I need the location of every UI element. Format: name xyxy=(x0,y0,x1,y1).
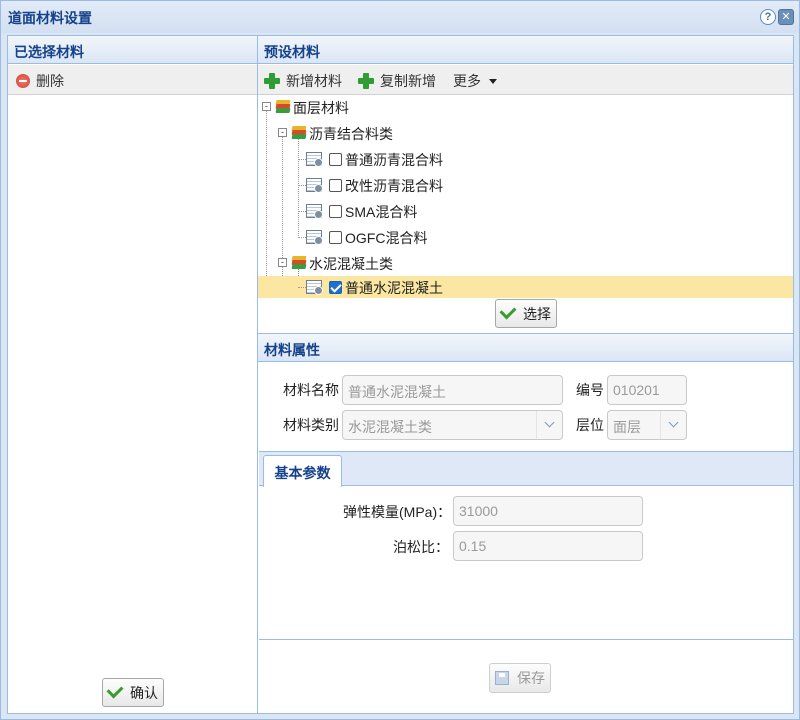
collapse-icon[interactable]: - xyxy=(262,102,271,111)
poisson-field[interactable]: 0.15 xyxy=(453,531,643,561)
material-checkbox[interactable] xyxy=(329,153,342,166)
params-tabstrip: 基本参数 xyxy=(259,452,793,487)
confirm-button-label: 确认 xyxy=(130,684,158,701)
chevron-down-icon[interactable] xyxy=(660,411,686,439)
tree-node-material[interactable]: 改性沥青混合料 xyxy=(258,172,793,198)
tree-node-label: 水泥混凝土类 xyxy=(309,256,393,272)
tree-node-asphalt-group[interactable]: - 沥青结合料类 xyxy=(258,120,793,146)
save-button[interactable]: 保存 xyxy=(489,663,551,693)
check-icon xyxy=(106,681,124,699)
sheet-gear-icon xyxy=(306,178,323,193)
delete-button-label: 删除 xyxy=(36,73,64,89)
plus-icon xyxy=(264,73,280,89)
select-button-label: 选择 xyxy=(523,305,551,322)
tree-line xyxy=(298,159,306,160)
layers-icon xyxy=(291,126,307,139)
caret-down-icon xyxy=(489,78,497,84)
material-category-value: 水泥混凝土类 xyxy=(348,419,432,435)
tree-node-label: SMA混合料 xyxy=(345,204,418,220)
minus-circle-icon xyxy=(16,74,30,88)
sheet-gear-icon xyxy=(306,204,323,219)
selected-materials-toolbar: 删除 xyxy=(8,65,257,95)
close-icon[interactable]: ✕ xyxy=(778,9,794,25)
modulus-label: 弹性模量(MPa)： xyxy=(343,504,452,520)
add-material-label: 新增材料 xyxy=(286,73,342,89)
material-checkbox[interactable] xyxy=(329,205,342,218)
poisson-label: 泊松比： xyxy=(393,539,449,555)
tree-node-cement-group[interactable]: - 水泥混凝土类 xyxy=(258,250,793,276)
plus-icon xyxy=(358,73,374,89)
tree-node-label: OGFC混合料 xyxy=(345,230,428,246)
material-category-combo[interactable]: 水泥混凝土类 xyxy=(342,410,563,440)
layers-icon xyxy=(275,100,291,113)
material-category-label: 材料类别 xyxy=(283,417,339,433)
preset-materials-header: 预设材料 xyxy=(258,36,793,64)
selected-materials-header: 已选择材料 xyxy=(8,36,257,64)
layer-combo[interactable]: 面层 xyxy=(607,410,687,440)
tree-line xyxy=(298,287,306,288)
save-button-label: 保存 xyxy=(517,670,545,686)
tab-basic-params[interactable]: 基本参数 xyxy=(263,455,342,487)
confirm-button[interactable]: 确认 xyxy=(102,678,164,707)
tree-node-label: 普通水泥混凝土 xyxy=(345,280,443,296)
tree-node-material[interactable]: OGFC混合料 xyxy=(258,224,793,250)
chevron-down-icon[interactable] xyxy=(536,411,562,439)
tree-node-label: 普通沥青混合料 xyxy=(345,152,443,168)
select-button[interactable]: 选择 xyxy=(495,299,557,328)
layer-label: 层位 xyxy=(576,417,604,433)
collapse-icon[interactable]: - xyxy=(278,128,287,137)
material-properties-header: 材料属性 xyxy=(258,334,793,362)
help-icon[interactable]: ? xyxy=(760,9,776,25)
params-tab-panel: 基本参数 弹性模量(MPa)： 31000 泊松比： 0.15 xyxy=(259,451,793,640)
selected-materials-panel: 已选择材料 删除 确认 xyxy=(7,35,258,714)
add-material-button[interactable]: 新增材料 xyxy=(264,71,342,91)
modulus-field[interactable]: 31000 xyxy=(453,496,643,526)
more-label: 更多 xyxy=(453,73,481,89)
layers-icon xyxy=(291,256,307,269)
material-tree: - 面层材料 - 沥青结合料类 普通沥青混合料 改性沥青混合料 SMA混合料 O… xyxy=(258,94,793,298)
check-icon xyxy=(499,302,517,320)
sheet-gear-icon xyxy=(306,280,323,295)
material-settings-window: 道面材料设置 ? ✕ 已选择材料 删除 确认 预设材料 新增材料 复制新增 更多… xyxy=(0,0,800,720)
material-name-label: 材料名称 xyxy=(283,382,339,398)
window-title: 道面材料设置 xyxy=(8,10,92,26)
code-label: 编号 xyxy=(576,382,604,398)
material-checkbox-checked[interactable] xyxy=(329,281,342,294)
save-icon xyxy=(495,671,509,685)
material-checkbox[interactable] xyxy=(329,179,342,192)
tree-line xyxy=(298,211,306,212)
material-properties-panel: 材料属性 材料名称 普通水泥混凝土 编号 010201 材料类别 水泥混凝土类 … xyxy=(257,333,794,714)
preset-materials-panel: 预设材料 新增材料 复制新增 更多 - 面层材料 - 沥青结合料类 普通沥青混合… xyxy=(257,35,794,334)
sheet-gear-icon xyxy=(306,152,323,167)
tree-node-root[interactable]: - 面层材料 xyxy=(258,94,793,120)
tree-node-material-selected[interactable]: 普通水泥混凝土 xyxy=(258,276,793,298)
tree-line xyxy=(298,237,306,238)
material-name-field[interactable]: 普通水泥混凝土 xyxy=(342,375,563,405)
tree-node-material[interactable]: SMA混合料 xyxy=(258,198,793,224)
tree-node-label: 面层材料 xyxy=(293,100,349,116)
tree-node-label: 改性沥青混合料 xyxy=(345,178,443,194)
tree-node-material[interactable]: 普通沥青混合料 xyxy=(258,146,793,172)
tree-line xyxy=(298,185,306,186)
window-titlebar[interactable]: 道面材料设置 ? ✕ xyxy=(1,1,799,33)
preset-toolbar: 新增材料 复制新增 更多 xyxy=(258,65,793,95)
tree-node-label: 沥青结合料类 xyxy=(309,126,393,142)
material-checkbox[interactable] xyxy=(329,231,342,244)
more-menu-button[interactable]: 更多 xyxy=(453,71,497,91)
delete-button[interactable]: 删除 xyxy=(16,71,64,91)
collapse-icon[interactable]: - xyxy=(278,258,287,267)
sheet-gear-icon xyxy=(306,230,323,245)
copy-add-button[interactable]: 复制新增 xyxy=(358,71,436,91)
layer-value: 面层 xyxy=(613,419,641,435)
copy-add-label: 复制新增 xyxy=(380,73,436,89)
code-field[interactable]: 010201 xyxy=(607,375,687,405)
